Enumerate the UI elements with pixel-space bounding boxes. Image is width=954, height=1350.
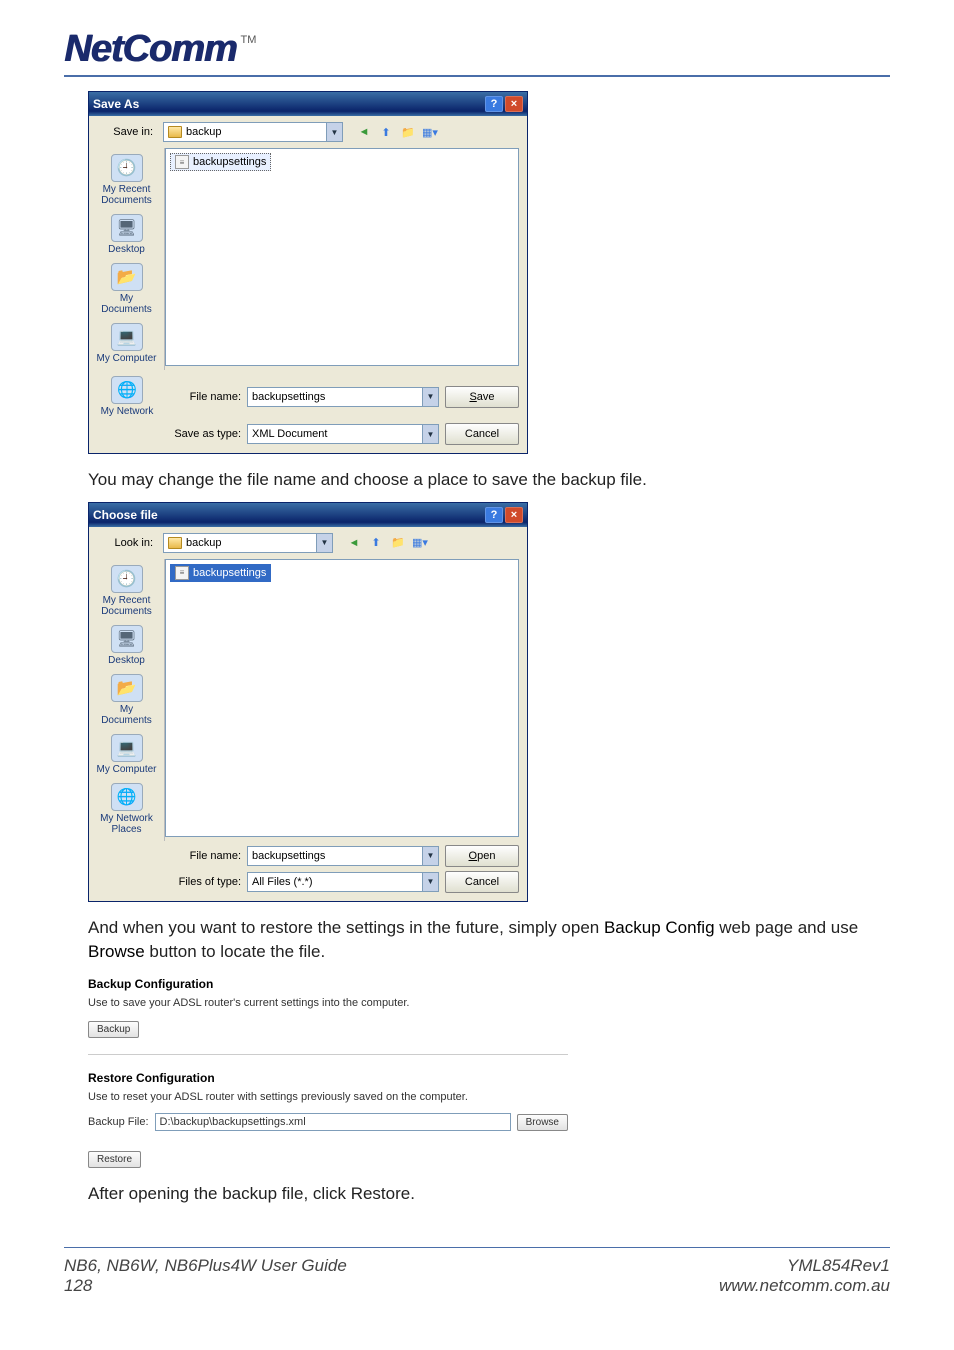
files-of-type-label: Files of type: [171, 876, 241, 888]
filename-input[interactable]: backupsettings▼ [247, 846, 439, 866]
restore-button[interactable]: Restore [88, 1151, 141, 1168]
close-icon[interactable]: × [505, 96, 523, 112]
look-in-label: Look in: [97, 537, 157, 549]
header-divider [64, 75, 890, 77]
place-recent[interactable]: 🕘My Recent Documents [95, 563, 159, 619]
view-menu-icon[interactable]: ▦▾ [411, 534, 429, 552]
nav-up-icon[interactable]: ⬆ [367, 534, 385, 552]
xml-file-icon: ≡ [175, 566, 189, 580]
file-item[interactable]: ≡ backupsettings [170, 153, 271, 171]
dialog-title: Save As [93, 97, 139, 111]
footer-url: www.netcomm.com.au [719, 1276, 890, 1296]
cancel-button[interactable]: Cancel [445, 423, 519, 445]
restore-heading: Restore Configuration [88, 1071, 568, 1085]
place-computer[interactable]: 💻My Computer [95, 732, 159, 777]
folder-icon [168, 126, 182, 138]
place-documents[interactable]: 📂My Documents [95, 261, 159, 317]
dialog-title: Choose file [93, 508, 158, 522]
new-folder-icon[interactable]: 📁 [399, 123, 417, 141]
file-list[interactable]: ≡ backupsettings [165, 559, 519, 837]
recent-icon: 🕘 [111, 154, 143, 182]
documents-icon: 📂 [111, 674, 143, 702]
close-icon[interactable]: × [505, 507, 523, 523]
open-button[interactable]: Open [445, 845, 519, 867]
xml-file-icon: ≡ [175, 155, 189, 169]
recent-icon: 🕘 [111, 565, 143, 593]
nav-back-icon[interactable]: ◄ [355, 123, 373, 141]
chevron-down-icon[interactable]: ▼ [422, 388, 438, 406]
chevron-down-icon[interactable]: ▼ [422, 847, 438, 865]
documents-icon: 📂 [111, 263, 143, 291]
backup-button[interactable]: Backup [88, 1021, 139, 1038]
footer-page-number: 128 [64, 1276, 347, 1296]
folder-icon [168, 537, 182, 549]
network-icon: 🌐 [111, 376, 143, 404]
places-bar: 🕘My Recent Documents 🖥Desktop 📂My Docume… [89, 148, 165, 370]
backup-config-panel: Backup Configuration Use to save your AD… [88, 977, 568, 1168]
backup-desc: Use to save your ADSL router's current s… [88, 997, 568, 1009]
place-network[interactable]: 🌐My Network [91, 374, 163, 419]
dialog-titlebar[interactable]: Save As ? × [89, 92, 527, 116]
look-in-value: backup [186, 537, 221, 549]
save-as-dialog: Save As ? × Save in: backup ▼ ◄ ⬆ 📁 ▦▾ 🕘… [88, 91, 528, 454]
dialog-titlebar[interactable]: Choose file ? × [89, 503, 527, 527]
nav-back-icon[interactable]: ◄ [345, 534, 363, 552]
chevron-down-icon[interactable]: ▼ [316, 534, 332, 552]
trademark: TM [240, 34, 256, 46]
brand-logo: NetComm [64, 28, 236, 71]
place-computer[interactable]: 💻My Computer [95, 321, 159, 366]
paragraph-3: After opening the backup file, click Res… [88, 1182, 890, 1206]
chevron-down-icon[interactable]: ▼ [422, 873, 438, 891]
section-divider [88, 1054, 568, 1055]
choose-file-dialog: Choose file ? × Look in: backup ▼ ◄ ⬆ 📁 … [88, 502, 528, 902]
backup-file-input[interactable]: D:\backup\backupsettings.xml [155, 1113, 511, 1131]
nav-up-icon[interactable]: ⬆ [377, 123, 395, 141]
computer-icon: 💻 [111, 734, 143, 762]
paragraph-1: You may change the file name and choose … [88, 468, 890, 492]
network-icon: 🌐 [111, 783, 143, 811]
place-network[interactable]: 🌐My Network Places [95, 781, 159, 837]
computer-icon: 💻 [111, 323, 143, 351]
places-bar: 🕘My Recent Documents 🖥Desktop 📂My Docume… [89, 559, 165, 841]
save-in-label: Save in: [97, 126, 157, 138]
place-recent[interactable]: 🕘My Recent Documents [95, 152, 159, 208]
footer-doc-rev: YML854Rev1 [719, 1256, 890, 1276]
file-item-selected[interactable]: ≡ backupsettings [170, 564, 271, 582]
new-folder-icon[interactable]: 📁 [389, 534, 407, 552]
place-desktop[interactable]: 🖥Desktop [95, 212, 159, 257]
files-of-type-select[interactable]: All Files (*.*)▼ [247, 872, 439, 892]
footer-guide-title: NB6, NB6W, NB6Plus4W User Guide [64, 1256, 347, 1276]
save-type-label: Save as type: [171, 428, 241, 440]
paragraph-2: And when you want to restore the setting… [88, 916, 890, 964]
chevron-down-icon[interactable]: ▼ [326, 123, 342, 141]
backup-file-label: Backup File: [88, 1116, 149, 1128]
restore-desc: Use to reset your ADSL router with setti… [88, 1091, 568, 1103]
backup-heading: Backup Configuration [88, 977, 568, 991]
save-button[interactable]: Save [445, 386, 519, 408]
desktop-icon: 🖥 [111, 625, 143, 653]
filename-input[interactable]: backupsettings▼ [247, 387, 439, 407]
brand-header: NetComm TM [64, 28, 890, 71]
chevron-down-icon[interactable]: ▼ [422, 425, 438, 443]
page-footer: NB6, NB6W, NB6Plus4W User Guide 128 YML8… [64, 1247, 890, 1296]
look-in-select[interactable]: backup ▼ [163, 533, 333, 553]
filename-label: File name: [171, 391, 241, 403]
filename-label: File name: [171, 850, 241, 862]
file-list[interactable]: ≡ backupsettings [165, 148, 519, 366]
save-type-select[interactable]: XML Document▼ [247, 424, 439, 444]
help-icon[interactable]: ? [485, 507, 503, 523]
desktop-icon: 🖥 [111, 214, 143, 242]
help-icon[interactable]: ? [485, 96, 503, 112]
place-desktop[interactable]: 🖥Desktop [95, 623, 159, 668]
place-documents[interactable]: 📂My Documents [95, 672, 159, 728]
browse-button[interactable]: Browse [517, 1114, 568, 1131]
save-in-value: backup [186, 126, 221, 138]
save-in-select[interactable]: backup ▼ [163, 122, 343, 142]
cancel-button[interactable]: Cancel [445, 871, 519, 893]
view-menu-icon[interactable]: ▦▾ [421, 123, 439, 141]
